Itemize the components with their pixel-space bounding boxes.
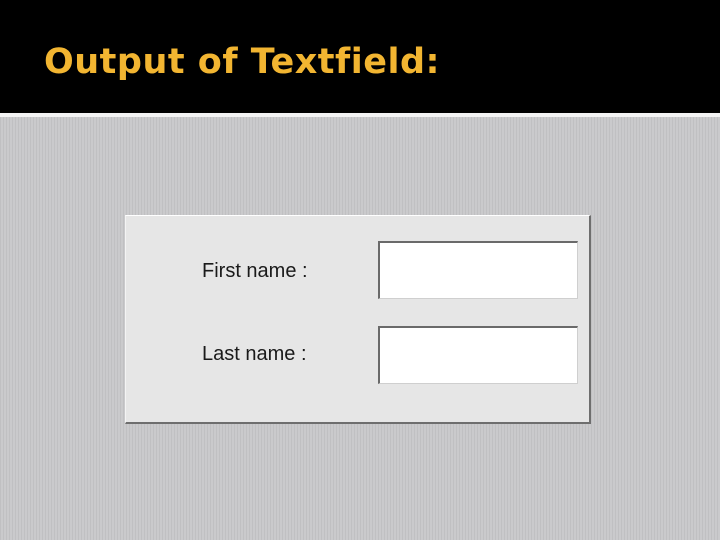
title-bar: Output of Textfield: bbox=[0, 0, 720, 113]
first-name-label: First name : bbox=[202, 260, 308, 282]
last-name-field[interactable] bbox=[378, 326, 578, 384]
slide-title: Output of Textfield: bbox=[44, 42, 441, 82]
first-name-field[interactable] bbox=[378, 241, 578, 299]
last-name-label: Last name : bbox=[202, 343, 307, 365]
